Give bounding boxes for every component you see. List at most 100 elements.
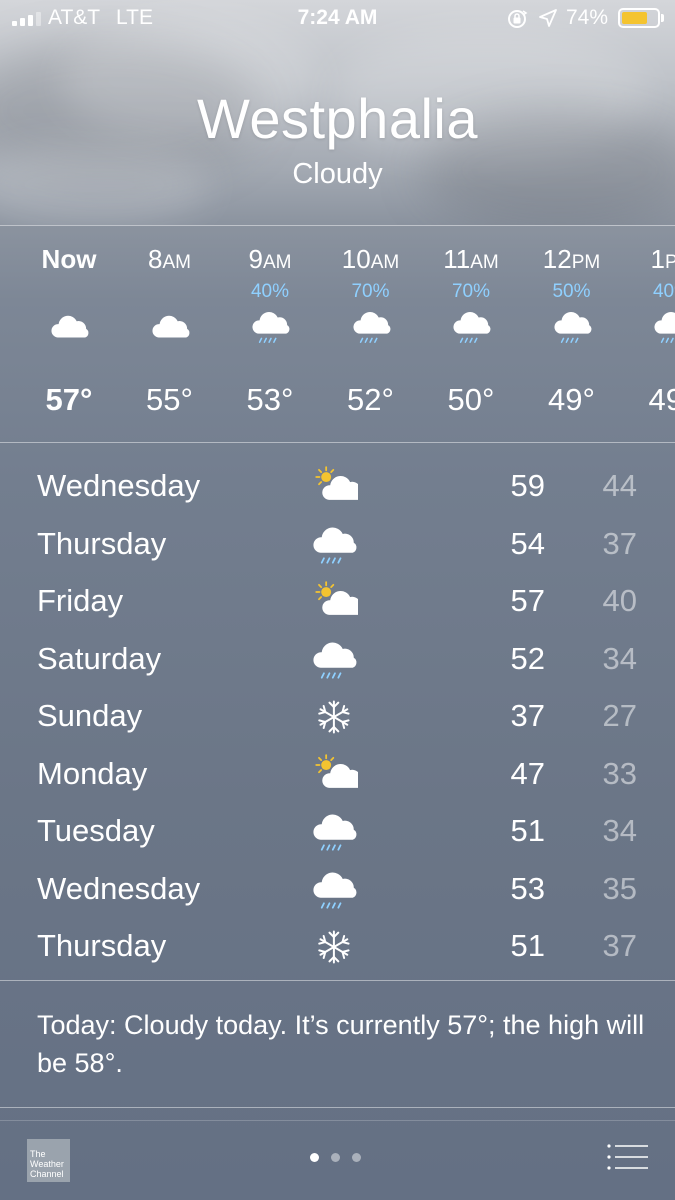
page-indicator[interactable] (310, 1153, 361, 1162)
hour-suffix: AM (370, 252, 400, 273)
snowflake-icon (312, 696, 358, 738)
hour-label: 1PM (622, 244, 675, 275)
snowflake-icon (312, 926, 358, 968)
rain-cloud-icon (654, 308, 675, 346)
high-temperature: 37 (510, 698, 545, 733)
low-temperature: 34 (602, 640, 637, 676)
low-temperature: 37 (602, 928, 637, 963)
daily-row: Thursday 54 37 (0, 518, 675, 575)
city-list-button[interactable] (606, 1142, 650, 1172)
logo-text-line: Weather (30, 1159, 64, 1169)
hour-number: Now (41, 244, 97, 274)
daily-row: Wednesday 53 35 (0, 863, 675, 920)
day-name: Wednesday (37, 870, 201, 906)
daily-row: Friday 57 40 (0, 575, 675, 632)
weather-channel-logo[interactable]: The Weather Channel (27, 1139, 70, 1182)
hour-suffix: AM (470, 252, 499, 273)
divider (0, 1107, 675, 1108)
battery-percent: 74% (566, 6, 609, 29)
hour-number: 10 (341, 244, 371, 274)
hour-temperature: 49° (548, 382, 595, 417)
cloud-icon (51, 308, 89, 346)
precip-chance: 70% (451, 281, 491, 302)
rain-cloud-icon (453, 308, 491, 346)
cloud-icon (151, 308, 190, 346)
hourly-item: 11AM 70% 50° (421, 226, 521, 442)
high-temperature: 47 (510, 755, 545, 791)
rain-cloud-icon (312, 524, 358, 566)
hourly-item: 10AM 70% 52° (321, 226, 421, 442)
battery-icon (618, 8, 660, 28)
page-dot[interactable] (352, 1153, 361, 1162)
hour-number: 11 (443, 244, 471, 274)
logo-text-line: Channel (30, 1169, 64, 1179)
hour-suffix: PM (571, 252, 601, 273)
high-temperature: 52 (510, 640, 545, 676)
hourly-item: Now 57° (19, 226, 119, 442)
daily-row: Sunday 37 27 (0, 690, 675, 747)
hour-temperature: 50° (447, 382, 495, 417)
precip-chance: 70% (351, 281, 390, 302)
hour-label: 8AM (120, 244, 220, 275)
day-name: Friday (37, 583, 124, 618)
hour-label: 11AM (421, 244, 521, 275)
hour-label: 9AM (220, 244, 320, 275)
rain-cloud-icon (252, 308, 290, 346)
today-summary: Today: Cloudy today. It’s currently 57°;… (37, 1010, 645, 1078)
hour-suffix: AM (162, 252, 191, 273)
rain-cloud-icon (312, 811, 358, 853)
high-temperature: 59 (510, 468, 545, 503)
precip-chance: 50% (552, 281, 591, 302)
high-temperature: 51 (510, 928, 545, 963)
partly-sunny-icon (312, 753, 364, 796)
hour-number: 9 (248, 244, 263, 274)
low-temperature: 35 (602, 870, 637, 906)
precip-chance: 40% (250, 281, 290, 302)
rain-cloud-icon (312, 869, 358, 911)
low-temperature: 27 (602, 698, 637, 733)
high-temperature: 57 (510, 583, 545, 618)
rain-cloud-icon (553, 308, 592, 346)
city-name: Westphalia (196, 87, 478, 150)
page-dot[interactable] (331, 1153, 340, 1162)
day-name: Tuesday (37, 813, 155, 848)
day-name: Thursday (37, 928, 167, 963)
page-dot[interactable] (310, 1153, 319, 1162)
rain-cloud-icon (352, 308, 391, 346)
divider (0, 442, 675, 443)
daily-row: Tuesday 51 34 (0, 805, 675, 862)
hour-temperature: 49° (648, 382, 675, 417)
hour-label: 12PM (522, 244, 622, 275)
daily-row: Wednesday 59 44 (0, 460, 675, 517)
partly-sunny-icon (312, 466, 364, 508)
hour-temperature: 53° (246, 382, 294, 417)
current-condition: Cloudy (292, 158, 383, 190)
day-name: Saturday (37, 640, 162, 676)
hour-label: Now (19, 244, 119, 275)
high-temperature: 51 (510, 813, 545, 848)
hour-temperature: 52° (347, 382, 394, 417)
status-bar: AT&T LTE 7:24 AM 74% (0, 0, 675, 38)
hour-suffix: PM (664, 252, 675, 273)
hourly-item: 1PM 40% 49° (622, 226, 675, 442)
battery-nub (661, 14, 664, 22)
hourly-forecast[interactable]: Now 57° 8AM 55° 9AM 40% 53° 10AM 70% 52° 11AM 7… (0, 226, 675, 442)
day-name: Wednesday (37, 468, 201, 503)
hour-number: 8 (148, 244, 163, 274)
low-temperature: 40 (602, 583, 637, 618)
hourly-item: 8AM 55° (120, 226, 220, 442)
rotation-lock-icon (508, 10, 528, 28)
daily-row: Thursday 51 37 (0, 920, 675, 977)
hour-suffix: AM (262, 252, 292, 273)
low-temperature: 34 (602, 813, 637, 848)
day-name: Monday (37, 755, 148, 791)
hour-temperature: 57° (45, 382, 93, 417)
rain-cloud-icon (312, 639, 358, 681)
low-temperature: 44 (602, 468, 637, 503)
precip-chance: 40% (652, 281, 675, 302)
toolbar-divider (0, 1120, 675, 1121)
logo-text-line: The (30, 1149, 46, 1159)
high-temperature: 53 (510, 870, 545, 906)
high-temperature: 54 (510, 525, 545, 561)
hour-number: 1 (650, 244, 665, 274)
